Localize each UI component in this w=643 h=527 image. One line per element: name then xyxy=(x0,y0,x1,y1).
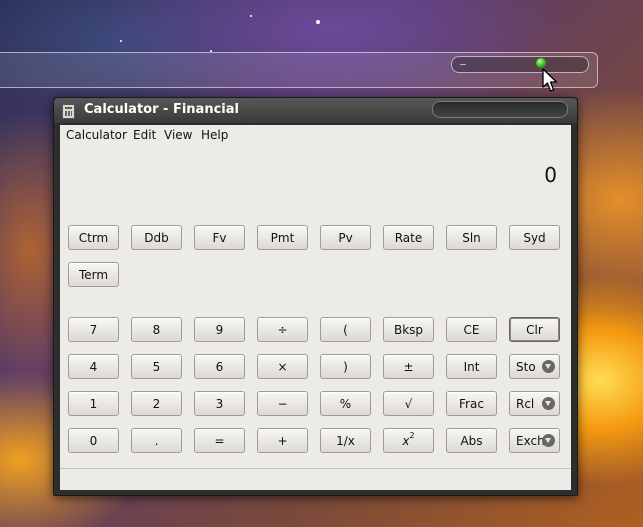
menu-edit[interactable]: Edit xyxy=(133,128,156,142)
digit-1-button[interactable]: 1 xyxy=(68,391,119,416)
star xyxy=(120,40,122,42)
menu-help[interactable]: Help xyxy=(201,128,228,142)
dropdown-arrow-icon xyxy=(542,360,555,373)
digit-3-button[interactable]: 3 xyxy=(194,391,245,416)
panel-slider[interactable] xyxy=(451,56,589,73)
rate-button[interactable]: Rate xyxy=(383,225,434,250)
titlebar-control[interactable] xyxy=(432,101,568,118)
pmt-button[interactable]: Pmt xyxy=(257,225,308,250)
digit-8-button[interactable]: 8 xyxy=(131,317,182,342)
pv-button[interactable]: Pv xyxy=(320,225,371,250)
digit-6-button[interactable]: 6 xyxy=(194,354,245,379)
menu-calculator[interactable]: Calculator xyxy=(66,128,127,142)
clear-entry-button[interactable]: CE xyxy=(446,317,497,342)
dropdown-arrow-icon xyxy=(542,397,555,410)
menu-view[interactable]: View xyxy=(164,128,192,142)
close-paren-button[interactable]: ) xyxy=(320,354,371,379)
digit-9-button[interactable]: 9 xyxy=(194,317,245,342)
exchange-button[interactable]: Exch xyxy=(509,428,560,453)
decimal-point-button[interactable]: . xyxy=(131,428,182,453)
display-value: 0 xyxy=(544,163,557,187)
status-led-icon[interactable] xyxy=(536,58,546,68)
term-button[interactable]: Term xyxy=(68,262,119,287)
change-sign-button[interactable]: ± xyxy=(383,354,434,379)
sln-button[interactable]: Sln xyxy=(446,225,497,250)
menu-bar: Calculator Edit View Help xyxy=(60,125,571,145)
calculator-body: 0 Ctrm Ddb Fv Pmt Pv Rate Sln Syd Term 7… xyxy=(60,145,571,490)
digit-2-button[interactable]: 2 xyxy=(131,391,182,416)
digit-7-button[interactable]: 7 xyxy=(68,317,119,342)
digit-5-button[interactable]: 5 xyxy=(131,354,182,379)
ctrm-button[interactable]: Ctrm xyxy=(68,225,119,250)
recall-button[interactable]: Rcl xyxy=(509,391,560,416)
digit-0-button[interactable]: 0 xyxy=(68,428,119,453)
add-button[interactable]: + xyxy=(257,428,308,453)
abs-button[interactable]: Abs xyxy=(446,428,497,453)
calculator-app-icon xyxy=(62,104,75,119)
mouse-pointer-icon xyxy=(542,68,558,92)
backspace-button[interactable]: Bksp xyxy=(383,317,434,342)
store-button[interactable]: Sto xyxy=(509,354,560,379)
divide-button[interactable]: ÷ xyxy=(257,317,308,342)
fraction-button[interactable]: Frac xyxy=(446,391,497,416)
store-label: Sto xyxy=(516,359,536,374)
window-title: Calculator - Financial xyxy=(84,102,239,117)
equals-button[interactable]: = xyxy=(194,428,245,453)
square-exponent-label: 2 xyxy=(409,431,415,440)
int-button[interactable]: Int xyxy=(446,354,497,379)
dropdown-arrow-icon xyxy=(542,434,555,447)
digit-4-button[interactable]: 4 xyxy=(68,354,119,379)
square-base-label: x xyxy=(402,433,410,448)
status-bar xyxy=(60,468,571,490)
multiply-button[interactable]: × xyxy=(257,354,308,379)
subtract-button[interactable]: − xyxy=(257,391,308,416)
square-root-button[interactable]: √ xyxy=(383,391,434,416)
reciprocal-button[interactable]: 1/x xyxy=(320,428,371,453)
percent-button[interactable]: % xyxy=(320,391,371,416)
recall-label: Rcl xyxy=(516,396,535,411)
star xyxy=(316,20,320,24)
calculator-window: Calculator - Financial Calculator Edit V… xyxy=(53,97,578,496)
display-area: 0 xyxy=(60,145,571,205)
clear-button[interactable]: Clr xyxy=(509,317,560,342)
fv-button[interactable]: Fv xyxy=(194,225,245,250)
square-button[interactable]: x2 xyxy=(383,428,434,453)
open-paren-button[interactable]: ( xyxy=(320,317,371,342)
exchange-label: Exch xyxy=(516,433,545,448)
syd-button[interactable]: Syd xyxy=(509,225,560,250)
star xyxy=(250,15,252,17)
title-bar[interactable]: Calculator - Financial xyxy=(54,98,577,123)
ddb-button[interactable]: Ddb xyxy=(131,225,182,250)
